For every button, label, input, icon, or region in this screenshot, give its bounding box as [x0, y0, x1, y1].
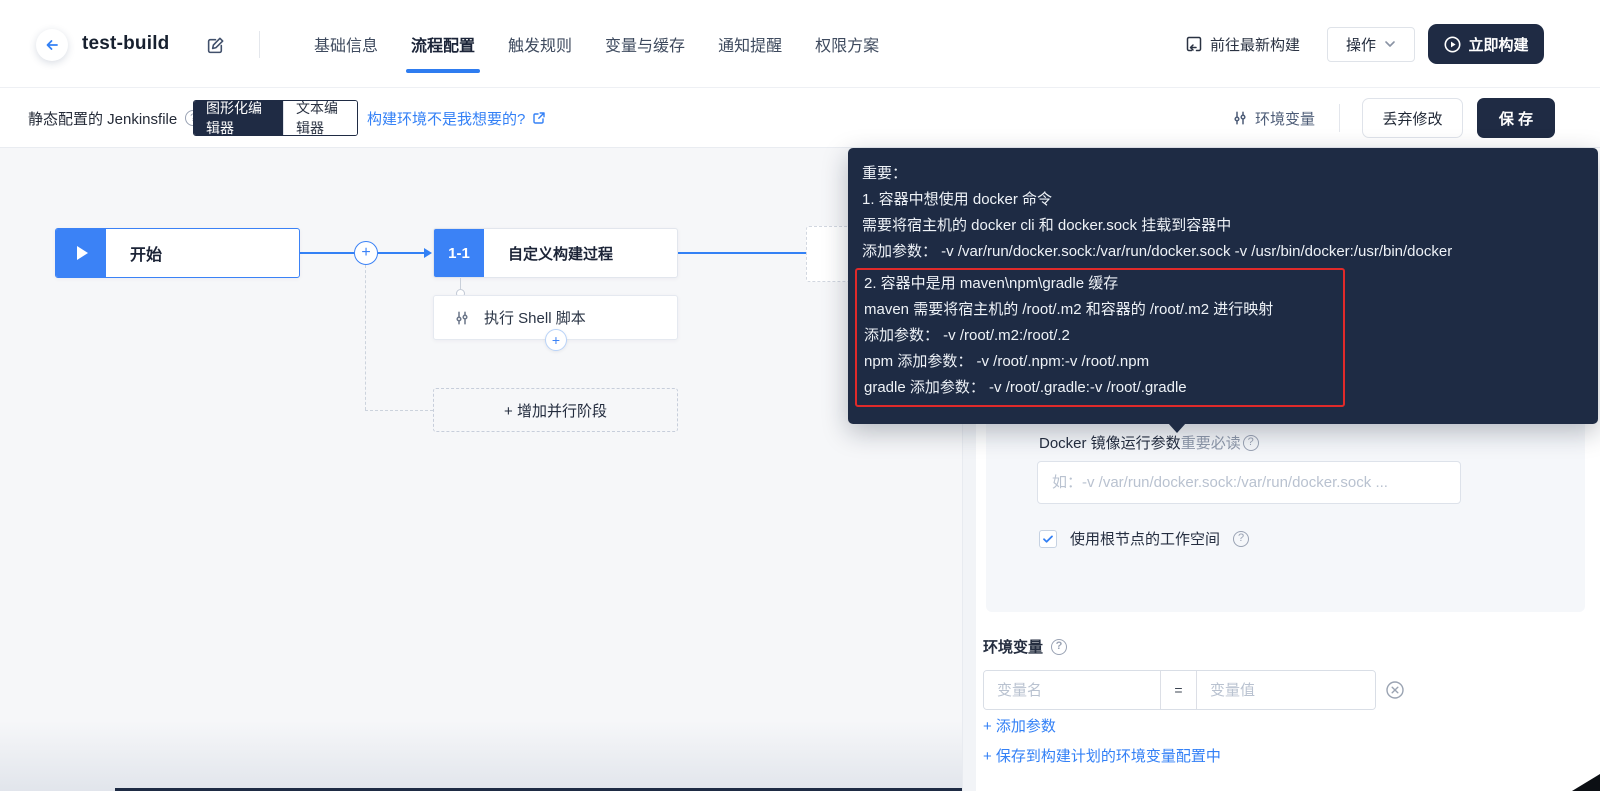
build-env-help-text: 构建环境不是我想要的?: [367, 110, 526, 128]
build-now-label: 立即构建: [1468, 36, 1529, 54]
docker-args-input[interactable]: [1037, 461, 1461, 504]
tab-permissions[interactable]: 权限方案: [813, 28, 881, 60]
save-button[interactable]: 保 存: [1477, 98, 1556, 138]
add-parallel-stage-button[interactable]: + 增加并行阶段: [433, 388, 678, 432]
goto-build-icon: [1185, 35, 1203, 53]
discard-changes-button[interactable]: 丢弃修改: [1362, 98, 1464, 138]
connector-line: [378, 252, 424, 254]
env-vars-section-title: 环境变量 ?: [983, 636, 1068, 657]
start-node[interactable]: 开始: [55, 228, 300, 278]
actions-label: 操作: [1346, 36, 1377, 54]
docker-args-label: Docker 镜像运行参数: [1039, 435, 1181, 452]
tooltip-line: 2. 容器中是用 maven\npm\gradle 缓存: [864, 275, 1119, 292]
env-vars-title-text: 环境变量: [983, 639, 1044, 656]
add-step-button[interactable]: +: [545, 329, 567, 351]
stage-node[interactable]: 1-1 自定义构建过程: [433, 228, 678, 278]
connector-line: [678, 252, 806, 254]
step-connector-line: [460, 278, 461, 289]
jenkinsfile-mode-text: 静态配置的 Jenkinsfile: [28, 110, 178, 128]
connector-line: [300, 252, 354, 254]
tooltip-line: maven 需要将宿主机的 /root/.m2 和容器的 /root/.m2 进…: [864, 301, 1274, 318]
add-param-link[interactable]: + 添加参数: [983, 715, 1056, 736]
toolbar-right: 环境变量 丢弃修改 保 存: [1232, 88, 1556, 148]
root-workspace-checkbox[interactable]: [1039, 529, 1057, 548]
equals-separator: =: [1160, 671, 1197, 709]
shell-step-label: 执行 Shell 脚本: [484, 310, 586, 327]
tooltip-line: npm 添加参数： -v /root/.npm:-v /root/.npm: [864, 353, 1150, 370]
docker-args-must-read[interactable]: 重要必读: [1181, 432, 1241, 453]
env-var-name-input[interactable]: [984, 671, 1160, 709]
tab-basic-info[interactable]: 基础信息: [312, 28, 380, 60]
tooltip-line: 需要将宿主机的 docker cli 和 docker.sock 挂载到容器中: [862, 217, 1232, 234]
start-node-badge: [56, 229, 106, 277]
header-divider: [259, 31, 260, 58]
help-icon[interactable]: ?: [1242, 434, 1259, 451]
go-latest-build-link[interactable]: 前往最新构建: [1185, 34, 1300, 55]
save-to-plan-link[interactable]: + 保存到构建计划的环境变量配置中: [983, 745, 1221, 766]
text-editor-button[interactable]: 文本编辑器: [283, 101, 357, 135]
stage-node-badge: 1-1: [434, 229, 484, 277]
play-icon: [77, 246, 88, 260]
jenkinsfile-mode-label: 静态配置的 Jenkinsfile ?: [28, 88, 202, 148]
tooltip-line: 添加参数： -v /var/run/docker.sock:/var/run/d…: [862, 243, 1453, 260]
build-env-help-link[interactable]: 构建环境不是我想要的?: [367, 88, 546, 148]
editor-mode-switch: 图形化编辑器 文本编辑器: [193, 100, 358, 136]
tab-notifications[interactable]: 通知提醒: [716, 28, 784, 60]
sliders-icon: [1232, 110, 1248, 126]
header: test-build 基础信息 流程配置 触发规则 变量与缓存 通知提醒 权限方…: [0, 0, 1600, 88]
header-actions: 前往最新构建 操作 立即构建: [1185, 0, 1545, 88]
external-link-icon: [532, 111, 546, 125]
help-icon[interactable]: ?: [1233, 530, 1250, 547]
remove-env-var-icon[interactable]: [1385, 680, 1405, 700]
root-workspace-label: 使用根节点的工作空间: [1070, 531, 1221, 548]
cursor-artifact: [1572, 774, 1600, 791]
graphic-editor-button[interactable]: 图形化编辑器: [194, 101, 283, 135]
tab-vars-cache[interactable]: 变量与缓存: [603, 28, 687, 60]
env-vars-label: 环境变量: [1255, 110, 1316, 128]
env-vars-toggle[interactable]: 环境变量: [1232, 108, 1315, 129]
header-tabs: 基础信息 流程配置 触发规则 变量与缓存 通知提醒 权限方案: [312, 0, 881, 88]
tooltip-line: 添加参数： -v /root/.m2:/root/.2: [864, 327, 1070, 344]
tooltip-line: 重要：: [862, 165, 908, 182]
stage-badge-text: 1-1: [448, 244, 470, 262]
go-latest-build-label: 前往最新构建: [1210, 36, 1301, 54]
build-now-button[interactable]: 立即构建: [1428, 24, 1545, 64]
canvas-bottom-fade: [0, 721, 962, 791]
back-button[interactable]: [36, 29, 68, 61]
chevron-down-icon: [1384, 38, 1396, 50]
root-workspace-row: 使用根节点的工作空间 ?: [1039, 528, 1250, 549]
start-node-label: 开始: [130, 247, 163, 264]
env-var-value-input[interactable]: [1197, 671, 1375, 709]
docker-args-label-row: Docker 镜像运行参数 重要必读 ?: [1039, 432, 1259, 453]
toolbar-divider: [1339, 104, 1341, 132]
help-icon[interactable]: ?: [1051, 638, 1068, 655]
dashed-connector-vertical: [365, 265, 366, 410]
tooltip-arrow: [1168, 423, 1186, 433]
tab-trigger-rules[interactable]: 触发规则: [506, 28, 574, 60]
docker-args-tooltip: 重要： 1. 容器中想使用 docker 命令 需要将宿主机的 docker c…: [848, 148, 1598, 424]
dashed-connector-horizontal: [365, 410, 433, 411]
pipeline-canvas: 开始 + 1-1 自定义构建过程 执行 Shell 脚本 + + 增加并行阶段: [0, 148, 962, 791]
page-title: test-build: [82, 33, 170, 54]
tooltip-line: 1. 容器中想使用 docker 命令: [862, 191, 1053, 208]
tooltip-highlight-box: 2. 容器中是用 maven\npm\gradle 缓存 maven 需要将宿主…: [855, 268, 1345, 407]
stage-node-title: 自定义构建过程: [508, 245, 614, 263]
add-stage-button[interactable]: +: [354, 241, 378, 265]
env-var-row: =: [983, 670, 1376, 710]
edit-title-icon[interactable]: [206, 36, 225, 55]
editor-toolbar: 静态配置的 Jenkinsfile ? 图形化编辑器 文本编辑器 构建环境不是我…: [0, 88, 1600, 148]
build-plan-config-page: test-build 基础信息 流程配置 触发规则 变量与缓存 通知提醒 权限方…: [0, 0, 1600, 791]
actions-dropdown-button[interactable]: 操作: [1327, 26, 1416, 62]
arrow-left-icon: [44, 37, 60, 53]
sliders-icon: [454, 310, 470, 326]
play-circle-icon: [1444, 36, 1461, 53]
tooltip-line: gradle 添加参数： -v /root/.gradle:-v /root/.…: [864, 379, 1187, 396]
tab-pipeline-config[interactable]: 流程配置: [406, 28, 481, 73]
connector-arrowhead: [424, 248, 432, 258]
